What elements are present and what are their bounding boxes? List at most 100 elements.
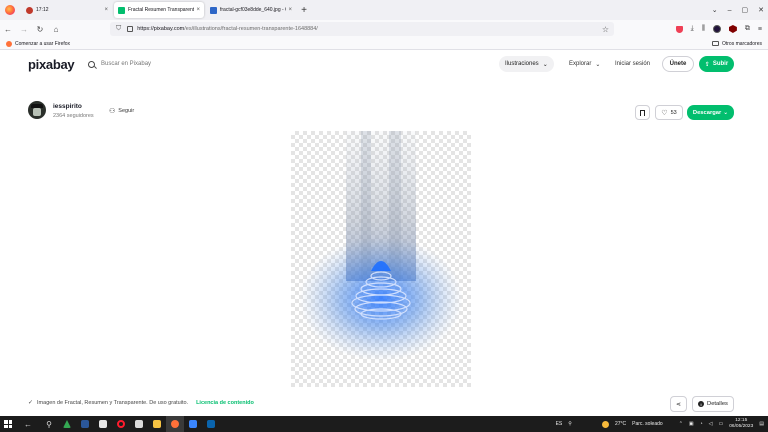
media-app-icon[interactable] <box>94 416 112 432</box>
shield-icon[interactable]: ⛉ <box>116 25 121 33</box>
media-type-label: Ilustraciones <box>505 61 539 67</box>
like-button[interactable]: ♡ 53 <box>655 105 683 120</box>
follow-button[interactable]: ⚇ Seguir <box>109 107 134 115</box>
explore-menu[interactable]: Explorar ⌄ <box>569 56 600 72</box>
bookmark-star-icon[interactable]: ☆ <box>602 25 609 34</box>
like-count: 53 <box>670 109 677 116</box>
main-image[interactable] <box>291 131 471 387</box>
blue-glow <box>299 237 463 361</box>
volume-icon[interactable]: ◁ <box>709 421 713 427</box>
address-bar[interactable]: ⛉ https://pixabay.com /es/illustrations/… <box>110 22 614 36</box>
check-icon: ✓ <box>28 400 34 406</box>
windows-icon <box>4 420 12 428</box>
download-label: Descargar <box>692 109 722 116</box>
new-tab-button[interactable]: + <box>296 5 312 16</box>
maximize-icon[interactable]: ▢ <box>742 6 749 14</box>
other-bookmarks-label: Otros marcadores <box>721 40 762 47</box>
join-button[interactable]: Únete <box>662 56 694 72</box>
pixabay-logo[interactable]: pixabay <box>28 57 75 72</box>
tray-app-icon[interactable]: ▣ <box>689 421 694 427</box>
save-to-collection-button[interactable] <box>635 105 650 120</box>
menu-icon[interactable]: ≡ <box>758 26 762 33</box>
firefox-icon <box>6 40 12 47</box>
tab-favicon <box>210 6 217 14</box>
tab-strip: 17:12 × Fractal Resumen Transparente × f… <box>0 0 768 20</box>
library-icon[interactable]: ⫼ <box>702 25 705 33</box>
upload-icon: ⇪ <box>704 61 710 68</box>
weather-status[interactable]: Parc. soleado <box>632 421 663 427</box>
notifications-icon[interactable]: ▤ <box>759 421 764 427</box>
bookmark-label: Comenzar a usar Firefox <box>15 40 71 47</box>
tab-favicon <box>26 6 33 14</box>
forward-arrow-icon[interactable]: → <box>16 25 32 34</box>
folder-icon <box>711 41 719 46</box>
share-button[interactable]: ⋖ <box>670 396 687 412</box>
url-path: /es/illustrations/fractal-resumen-transp… <box>184 26 318 32</box>
firefox-taskbar-icon[interactable] <box>166 416 184 432</box>
system-tray: ES ⚲ 27°C Parc. soleado ⌃ ▣ ◔ ◁ ▭ 12:15 … <box>556 416 764 432</box>
fractal-artwork <box>299 131 463 361</box>
lock-icon[interactable] <box>127 26 134 32</box>
download-icon[interactable]: ⤓ <box>691 25 694 33</box>
upload-button[interactable]: ⇪ Subir <box>699 56 734 72</box>
firefox-icon <box>5 5 15 15</box>
bookmark-getting-started[interactable]: Comenzar a usar Firefox <box>0 40 71 47</box>
battery-icon[interactable]: ▭ <box>719 421 724 427</box>
ublock-extension-icon[interactable] <box>728 25 737 33</box>
tab-favicon <box>118 6 125 14</box>
explorer-app-icon[interactable] <box>148 416 166 432</box>
tab-3[interactable]: fractal-gcf03e8dde_640.jpg - Ci × <box>206 2 296 18</box>
sheets-app-icon[interactable] <box>130 416 148 432</box>
search-icon[interactable]: ⚲ <box>40 416 58 432</box>
weather-icon[interactable] <box>601 420 609 428</box>
wifi-icon[interactable]: ◔ <box>700 421 703 427</box>
media-type-dropdown[interactable]: Ilustraciones ⌄ <box>499 56 554 72</box>
author-name[interactable]: iesspirito <box>53 103 82 110</box>
windows-taskbar: ← ⚲ ES ⚲ 27°C Parc. soleado ⌃ ▣ ◔ ◁ ▭ 12… <box>0 416 768 432</box>
network-icon[interactable]: ⚲ <box>568 421 572 427</box>
opera-app-icon[interactable] <box>112 416 130 432</box>
reload-icon[interactable]: ↻ <box>32 25 48 34</box>
search-placeholder: Buscar en Pixabay <box>101 61 152 67</box>
chevron-down-icon: ⌄ <box>595 61 601 68</box>
close-icon[interactable]: × <box>196 7 200 13</box>
temperature[interactable]: 27°C <box>615 421 626 427</box>
word-app-icon[interactable] <box>76 416 94 432</box>
chevron-up-icon[interactable]: ⌃ <box>679 421 683 427</box>
bookmark-icon <box>640 109 645 116</box>
close-window-icon[interactable]: ✕ <box>758 6 764 14</box>
photos-app-icon[interactable] <box>184 416 202 432</box>
license-link[interactable]: Licencia de contenido <box>196 400 254 406</box>
follower-count: 2364 seguidores <box>53 113 94 119</box>
clock-date: 06/05/2023 <box>729 424 754 429</box>
close-icon[interactable]: × <box>104 7 108 13</box>
other-bookmarks[interactable]: Otros marcadores <box>711 40 762 47</box>
heart-icon: ♡ <box>661 109 668 117</box>
firefox-view-button[interactable] <box>0 0 20 20</box>
avatar-face <box>33 108 41 116</box>
search-input[interactable]: Buscar en Pixabay <box>84 56 554 72</box>
outlook-app-icon[interactable] <box>202 416 220 432</box>
avatar[interactable] <box>28 101 46 119</box>
minimize-icon[interactable]: – <box>728 7 732 14</box>
extensions-icon[interactable]: ⧉ <box>745 25 750 33</box>
account-icon[interactable] <box>712 25 721 33</box>
login-link[interactable]: Iniciar sesión <box>615 56 650 72</box>
navigation-toolbar: ← → ↻ ⌂ ⛉ https://pixabay.com /es/illust… <box>0 20 768 38</box>
list-all-tabs-icon[interactable]: ⌄ <box>712 6 718 14</box>
chevron-down-icon: ⌄ <box>723 109 729 116</box>
pocket-icon[interactable] <box>675 25 683 33</box>
details-label: Detalles <box>707 401 728 407</box>
home-icon[interactable]: ⌂ <box>48 25 64 34</box>
back-arrow-icon[interactable]: ← <box>0 25 16 34</box>
clock[interactable]: 12:15 06/05/2023 <box>729 418 753 430</box>
language-indicator[interactable]: ES <box>556 421 563 427</box>
close-icon[interactable]: × <box>288 7 292 13</box>
download-button[interactable]: Descargar ⌄ <box>687 105 734 120</box>
tab-2-active[interactable]: Fractal Resumen Transparente × <box>114 2 204 18</box>
back-arrow-icon[interactable]: ← <box>16 416 40 432</box>
details-button[interactable]: i Detalles <box>692 396 734 412</box>
start-button[interactable] <box>0 416 16 432</box>
drive-app-icon[interactable] <box>58 416 76 432</box>
tab-1[interactable]: 17:12 × <box>22 2 112 18</box>
